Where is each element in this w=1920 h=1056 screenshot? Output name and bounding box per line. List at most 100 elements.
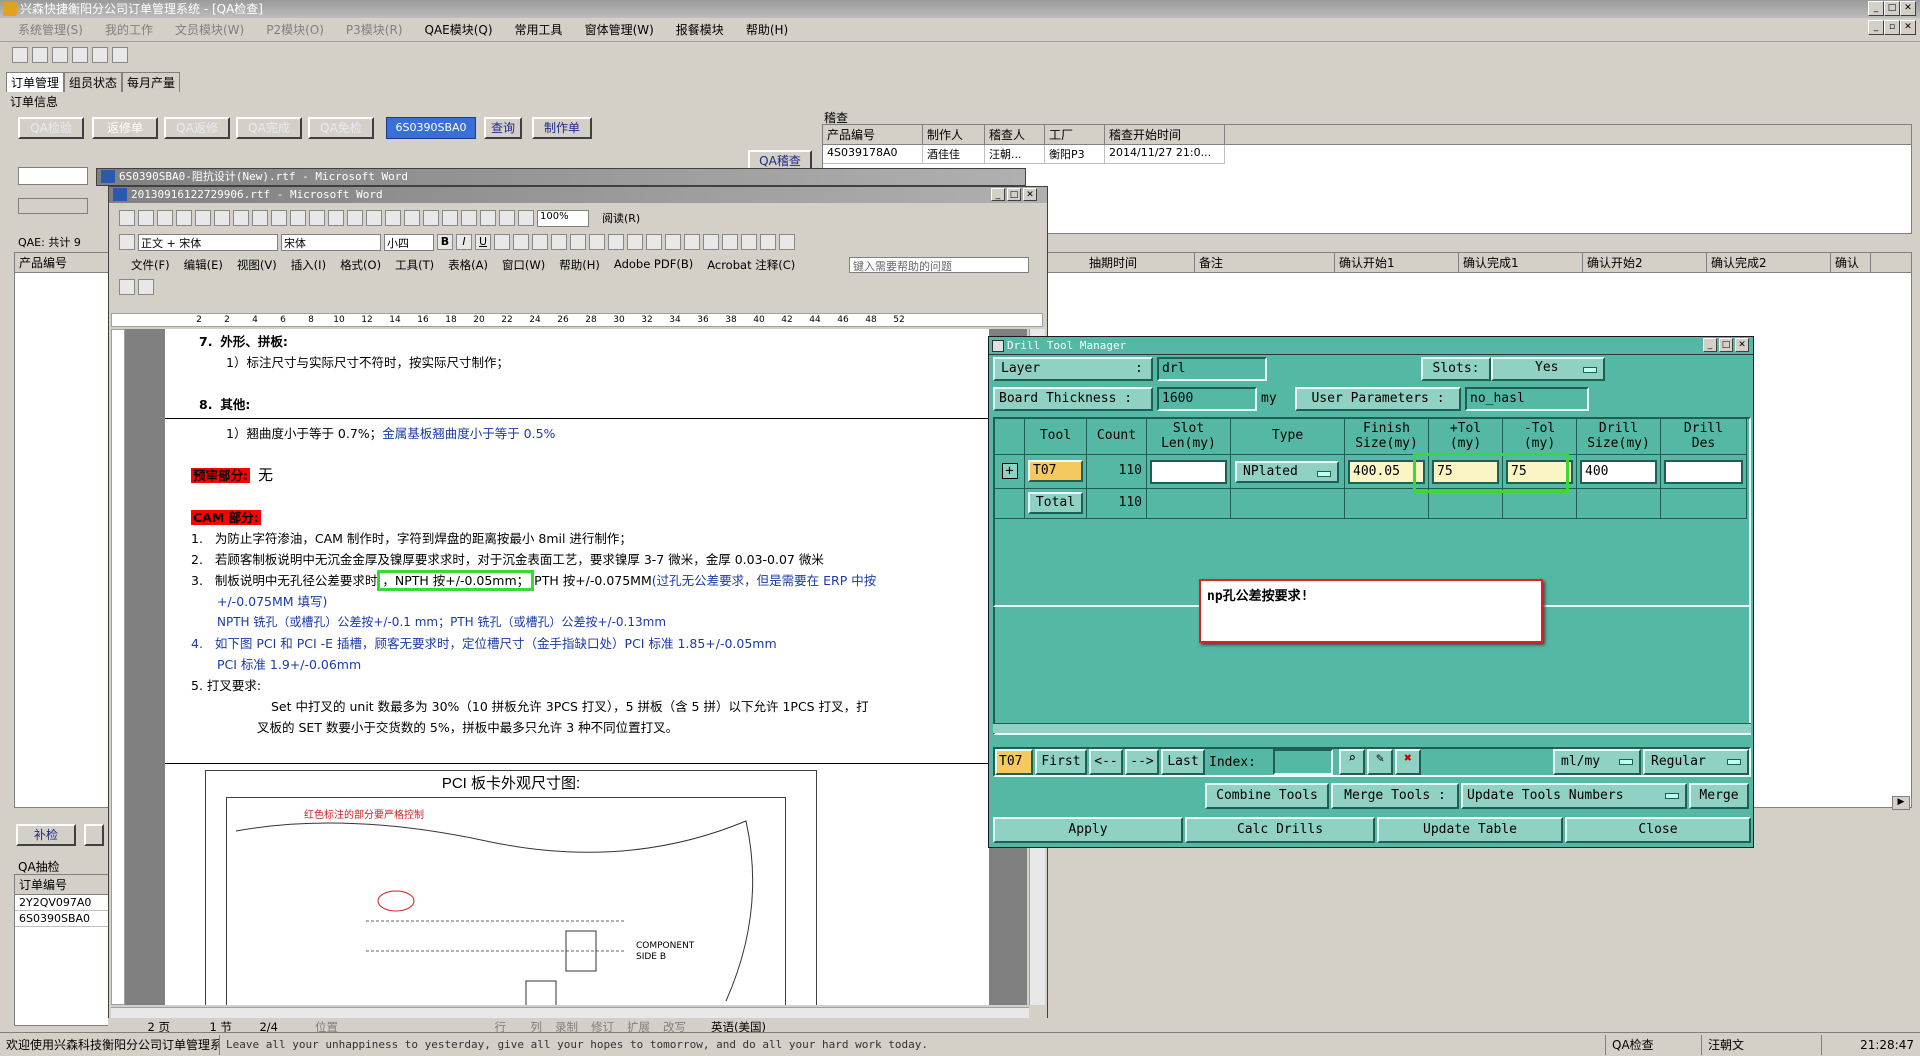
word-menu-acrobat[interactable]: Acrobat 注释(C): [707, 257, 795, 275]
next-button[interactable]: -->: [1125, 749, 1159, 775]
shade-char-icon[interactable]: [513, 234, 529, 250]
drawing-icon[interactable]: [480, 210, 496, 226]
redo-icon[interactable]: [385, 210, 401, 226]
chart-icon[interactable]: [52, 47, 68, 63]
maximize-button[interactable]: □: [1884, 1, 1900, 16]
small-button[interactable]: [84, 824, 104, 846]
word-menu-format[interactable]: 格式(O): [340, 257, 381, 275]
open-icon[interactable]: [138, 210, 154, 226]
grid-icon[interactable]: [12, 47, 28, 63]
tab-member-status[interactable]: 组员状态: [64, 72, 123, 92]
pdf-mail-icon[interactable]: [138, 279, 154, 295]
menu-qae[interactable]: QAE模块(Q): [425, 21, 493, 38]
align-right-icon[interactable]: [589, 234, 605, 250]
type-select[interactable]: NPlated: [1235, 461, 1339, 483]
edit-icon[interactable]: ✎: [1367, 749, 1393, 775]
layer-field[interactable]: drl: [1157, 357, 1267, 381]
mdi-minimize-button[interactable]: _: [1868, 20, 1884, 35]
last-button[interactable]: Last: [1161, 749, 1205, 775]
rework-order-button[interactable]: 返修单: [92, 117, 158, 139]
drill-des-cell[interactable]: [1661, 455, 1747, 489]
menu-help[interactable]: 帮助(H): [746, 21, 788, 38]
qa-rework-button[interactable]: QA返修: [164, 117, 230, 139]
mode-select[interactable]: Regular: [1643, 749, 1749, 775]
numbering-icon[interactable]: [646, 234, 662, 250]
people-icon[interactable]: [112, 47, 128, 63]
stack-icon[interactable]: [32, 47, 48, 63]
styles-icon[interactable]: [119, 234, 135, 250]
slot-len-cell[interactable]: [1147, 455, 1231, 489]
apply-button[interactable]: Apply: [993, 817, 1183, 843]
mdi-restore-button[interactable]: ▫: [1884, 20, 1900, 35]
word-back-window[interactable]: 6S0390SBA0-阻抗设计(New).rtf - Microsoft Wor…: [96, 168, 1026, 186]
columns-icon[interactable]: [461, 210, 477, 226]
scroll-right-arrow-icon[interactable]: ▶: [1892, 796, 1910, 810]
new-doc-icon[interactable]: [119, 210, 135, 226]
save-icon[interactable]: [157, 210, 173, 226]
order-search-input[interactable]: 6S0390SBA0: [386, 117, 476, 139]
layer-label[interactable]: Layer:: [993, 357, 1153, 381]
format-painter-icon[interactable]: [347, 210, 363, 226]
word-menu-adobe[interactable]: Adobe PDF(B): [614, 257, 693, 275]
word-menu-edit[interactable]: 编辑(E): [184, 257, 223, 275]
indent-decrease-icon[interactable]: [684, 234, 700, 250]
drill-horizontal-scrollbar[interactable]: [993, 723, 1751, 733]
spell-icon[interactable]: [252, 210, 268, 226]
query-button[interactable]: 查询: [484, 117, 522, 139]
map-icon[interactable]: [499, 210, 515, 226]
justify-icon[interactable]: [608, 234, 624, 250]
read-button[interactable]: 阅读(R): [602, 210, 640, 226]
tab-order-management[interactable]: 订单管理: [6, 72, 65, 92]
bullets-icon[interactable]: [665, 234, 681, 250]
close-dialog-button[interactable]: Close: [1565, 817, 1751, 843]
word-minimize-button[interactable]: _: [991, 188, 1005, 201]
print-icon[interactable]: [214, 210, 230, 226]
align-left-icon[interactable]: [551, 234, 567, 250]
preview-icon[interactable]: [233, 210, 249, 226]
cut-icon[interactable]: [290, 210, 306, 226]
border-char-icon[interactable]: [494, 234, 510, 250]
font-select[interactable]: 宋体: [281, 233, 381, 251]
mdi-close-button[interactable]: ✕: [1900, 20, 1916, 35]
globe-icon[interactable]: [92, 47, 108, 63]
word-menu-table[interactable]: 表格(A): [448, 257, 488, 275]
qa-complete-button[interactable]: QA完成: [236, 117, 302, 139]
menu-tools[interactable]: 常用工具: [515, 21, 563, 38]
permission-icon[interactable]: [176, 210, 192, 226]
menu-p2[interactable]: P2模块(O): [266, 21, 324, 38]
word-menu-file[interactable]: 文件(F): [131, 257, 170, 275]
qa-inspect-button[interactable]: QA检验: [18, 117, 84, 139]
menu-p3[interactable]: P3模块(R): [346, 21, 403, 38]
board-thickness-field[interactable]: 1600: [1157, 387, 1257, 411]
tool-cell[interactable]: T07: [1025, 455, 1087, 489]
list-item[interactable]: 6S0390SBA0: [15, 911, 109, 927]
undo-icon[interactable]: [366, 210, 382, 226]
tab-monthly-output[interactable]: 每月产量: [122, 72, 181, 92]
close-button[interactable]: ✕: [1900, 1, 1916, 16]
unit-select[interactable]: ml/my: [1553, 749, 1641, 775]
pdf-icon[interactable]: [119, 279, 135, 295]
filter-dropdown[interactable]: [18, 167, 88, 185]
current-tool-button[interactable]: T07: [995, 749, 1033, 775]
update-tools-numbers-select[interactable]: Update Tools Numbers: [1461, 783, 1687, 809]
list-item[interactable]: 2Y2QV097A0: [15, 895, 109, 911]
combine-tools-button[interactable]: Combine Tools: [1205, 783, 1329, 809]
type-cell[interactable]: NPlated: [1231, 455, 1345, 489]
expand-row-button[interactable]: +: [995, 455, 1025, 489]
word-menu-tools[interactable]: 工具(T): [395, 257, 434, 275]
find-icon[interactable]: ⌕: [1339, 749, 1365, 775]
minimize-button[interactable]: _: [1868, 1, 1884, 16]
highlight-icon[interactable]: [722, 234, 738, 250]
underline-icon[interactable]: U: [475, 234, 491, 250]
align-center-icon[interactable]: [570, 234, 586, 250]
hyperlink-icon[interactable]: [404, 210, 420, 226]
indent-increase-icon[interactable]: [703, 234, 719, 250]
table-icon[interactable]: [423, 210, 439, 226]
word-menu-view[interactable]: 视图(V): [237, 257, 277, 275]
drill-close-button[interactable]: ✕: [1735, 338, 1749, 352]
slots-select[interactable]: Yes: [1491, 357, 1605, 381]
delete-icon[interactable]: ✖: [1395, 749, 1421, 775]
style-select[interactable]: 正文 + 宋体: [138, 233, 278, 251]
scale-icon[interactable]: [532, 234, 548, 250]
paragraph-icon[interactable]: [518, 210, 534, 226]
